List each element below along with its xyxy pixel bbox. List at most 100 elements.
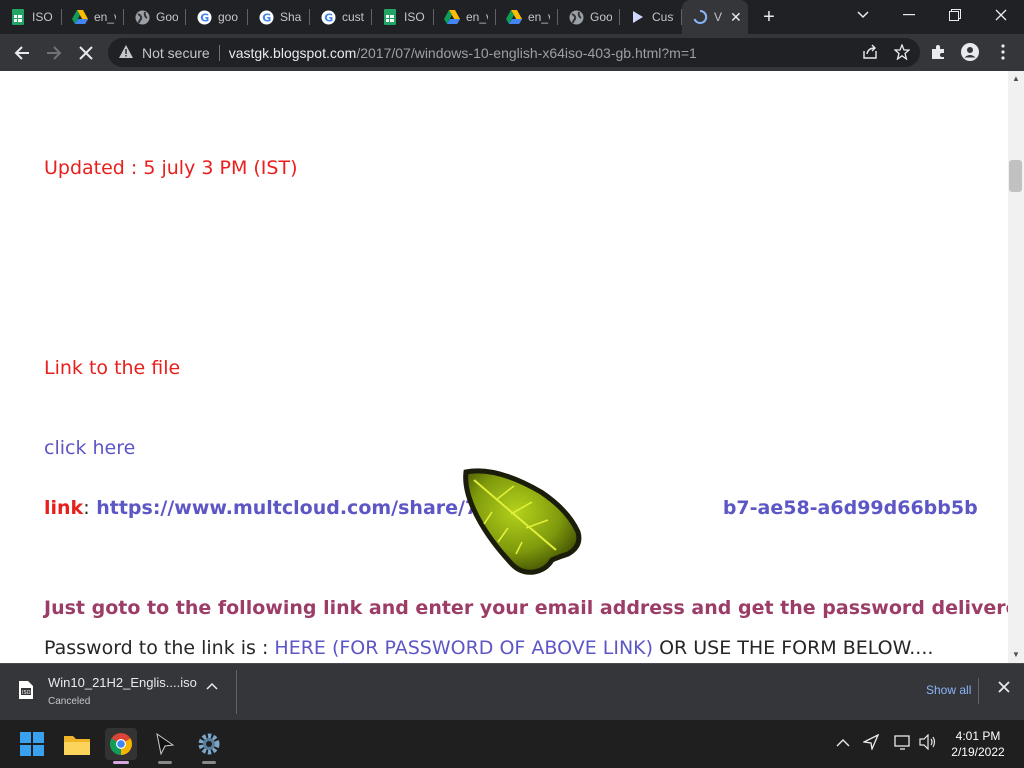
- bookmark-star-icon[interactable]: [893, 43, 911, 63]
- password-suffix: OR USE THE FORM BELOW....: [653, 637, 934, 659]
- url-host: vastgk.blogspot.com: [228, 44, 357, 61]
- settings-indicator: [202, 761, 216, 764]
- leaf-cursor-icon: [463, 468, 582, 575]
- chevron-up-icon[interactable]: [206, 678, 218, 693]
- instruction-text: Just goto to the following link and ente…: [44, 597, 1008, 619]
- share-icon[interactable]: [862, 44, 878, 63]
- link-label: link: [44, 497, 84, 519]
- tab-label: en_v: [528, 10, 550, 24]
- shelf-divider: [978, 678, 979, 704]
- tab-label: ISO: [32, 10, 53, 24]
- warning-icon: [118, 44, 134, 62]
- tab-iso-2[interactable]: ISO: [372, 0, 434, 34]
- password-prefix: Password to the link is :: [44, 637, 275, 659]
- google-icon: G: [320, 9, 336, 25]
- tab-active[interactable]: V ✕: [682, 0, 748, 34]
- menu-icon[interactable]: [993, 42, 1013, 62]
- browser-toolbar: Not secure vastgk.blogspot.com/2017/07/w…: [0, 34, 1024, 71]
- close-window-icon[interactable]: [978, 0, 1024, 30]
- tab-label: Goo: [590, 10, 612, 24]
- sheets-icon: [382, 9, 398, 25]
- tab-cust-2[interactable]: Cust: [620, 0, 682, 34]
- download-shelf: ISO Win10_21H2_Englis....iso Canceled Sh…: [0, 663, 1024, 720]
- google-icon: G: [196, 9, 212, 25]
- restore-icon[interactable]: [932, 0, 978, 30]
- tab-shar[interactable]: G Shar: [248, 0, 310, 34]
- tab-en-v-3[interactable]: en_v: [496, 0, 558, 34]
- location-arrow-icon[interactable]: [861, 733, 880, 753]
- file-explorer-icon[interactable]: [61, 728, 93, 760]
- close-shelf-icon[interactable]: [998, 680, 1010, 697]
- pointer-app-indicator: [158, 761, 172, 764]
- link-heading: Link to the file: [44, 357, 181, 379]
- network-icon[interactable]: [894, 734, 912, 753]
- download-filename[interactable]: Win10_21H2_Englis....iso: [48, 675, 197, 690]
- stop-loading-icon[interactable]: [70, 37, 102, 69]
- new-tab-button[interactable]: +: [752, 6, 786, 29]
- chrome-icon[interactable]: [105, 728, 137, 764]
- tab-en-v-1[interactable]: en_v: [62, 0, 124, 34]
- settings-gear-icon[interactable]: [193, 728, 225, 764]
- update-notice: Updated : 5 july 3 PM (IST): [44, 157, 298, 179]
- scroll-thumb[interactable]: [1009, 160, 1022, 192]
- tab-label: en_v: [94, 10, 116, 24]
- scroll-up-arrow-icon[interactable]: ▲: [1011, 74, 1021, 83]
- scroll-down-arrow-icon[interactable]: ▼: [1011, 650, 1021, 659]
- tab-goo-2[interactable]: G goo: [186, 0, 248, 34]
- tab-goo-3[interactable]: Goo: [558, 0, 620, 34]
- tab-label: Cust: [652, 10, 674, 24]
- security-label[interactable]: Not secure: [142, 45, 210, 61]
- download-status: Canceled: [48, 696, 91, 707]
- volume-icon[interactable]: [919, 733, 937, 753]
- play-icon: [630, 9, 646, 25]
- loading-icon: [692, 9, 708, 25]
- click-here-link[interactable]: click here: [44, 437, 135, 459]
- drive-icon: [506, 9, 522, 25]
- tab-close-icon[interactable]: ✕: [730, 9, 742, 26]
- start-button-windows-icon[interactable]: [16, 728, 48, 760]
- drive-icon: [72, 9, 88, 25]
- svg-text:G: G: [200, 11, 209, 24]
- tab-label: Goo: [156, 10, 178, 24]
- tab-label: V: [714, 10, 722, 24]
- download-divider: [236, 670, 237, 714]
- svg-text:ISO: ISO: [22, 690, 31, 696]
- google-icon: G: [258, 9, 274, 25]
- extensions-icon[interactable]: [928, 42, 948, 62]
- tab-label: en_v: [466, 10, 488, 24]
- tab-en-v-2[interactable]: en_v: [434, 0, 496, 34]
- clock-time: 4:01 PM: [955, 729, 1001, 743]
- tab-label: goo: [218, 10, 239, 24]
- tab-label: cust: [342, 10, 364, 24]
- tab-label: Shar: [280, 10, 302, 24]
- windows-taskbar: 4:01 PM 2/19/2022: [0, 720, 1024, 768]
- sheets-icon: [10, 9, 26, 25]
- clock-date: 2/19/2022: [951, 745, 1005, 759]
- omnibox-divider: [218, 44, 220, 61]
- password-line: Password to the link is : HERE (FOR PASS…: [44, 637, 933, 659]
- password-link[interactable]: HERE (FOR PASSWORD OF ABOVE LINK): [274, 637, 653, 659]
- drive-icon: [444, 9, 460, 25]
- svg-text:G: G: [262, 11, 271, 24]
- tab-iso-1[interactable]: ISO: [0, 0, 62, 34]
- link-colon: :: [83, 497, 90, 519]
- profile-icon[interactable]: [960, 42, 980, 62]
- globe-icon: [568, 9, 584, 25]
- file-icon: ISO: [18, 680, 34, 705]
- chrome-active-indicator: [113, 761, 129, 764]
- back-icon[interactable]: [6, 37, 38, 69]
- globe-icon: [134, 9, 150, 25]
- address-bar[interactable]: Not secure vastgk.blogspot.com/2017/07/w…: [108, 38, 920, 67]
- system-clock[interactable]: 4:01 PM 2/19/2022: [944, 728, 1012, 760]
- tab-cust-1[interactable]: G cust: [310, 0, 372, 34]
- chevron-up-tray-icon[interactable]: [836, 734, 850, 750]
- url-path: /2017/07/windows-10-english-x64iso-403-g…: [356, 44, 697, 61]
- show-all-button[interactable]: Show all: [926, 683, 971, 697]
- minimize-icon[interactable]: [886, 0, 932, 30]
- pointer-app-icon[interactable]: [149, 728, 181, 764]
- tab-search-icon[interactable]: [840, 0, 886, 30]
- svg-text:G: G: [324, 11, 333, 24]
- tab-goo-1[interactable]: Goo: [124, 0, 186, 34]
- forward-icon[interactable]: [38, 37, 70, 69]
- tab-label: ISO: [404, 10, 425, 24]
